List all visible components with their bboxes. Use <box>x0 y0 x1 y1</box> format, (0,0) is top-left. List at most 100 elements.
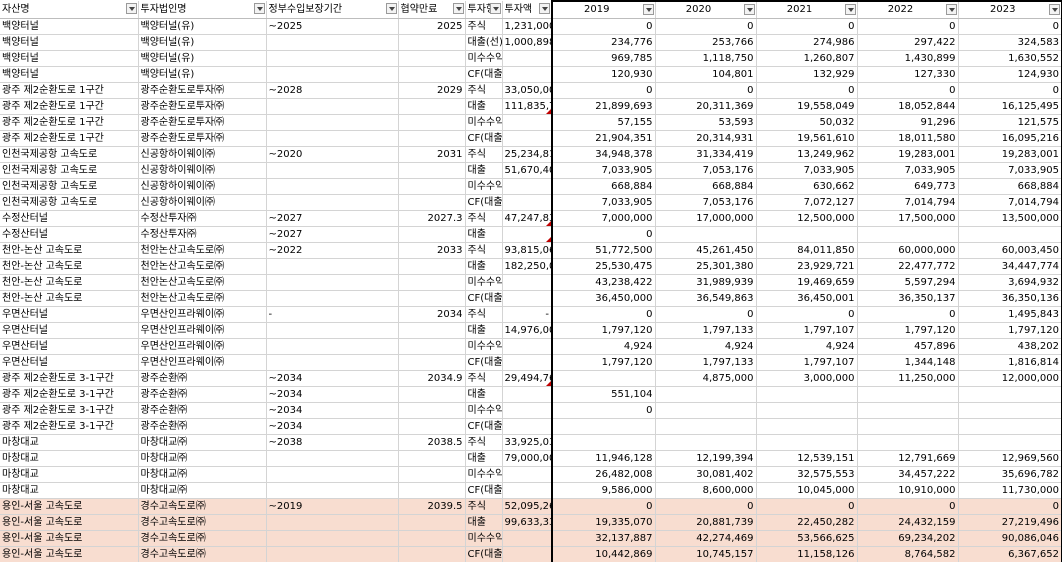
table-cell[interactable]: 31,989,939 <box>655 274 757 291</box>
table-cell[interactable] <box>958 226 1062 243</box>
table-cell[interactable] <box>502 130 553 147</box>
comment-indicator-icon[interactable] <box>546 220 551 225</box>
table-cell[interactable]: 33,050,000 <box>502 82 553 99</box>
filter-dropdown-icon[interactable] <box>539 3 550 14</box>
table-cell[interactable]: 23,929,721 <box>756 258 858 275</box>
table-cell[interactable] <box>958 386 1062 403</box>
table-cell[interactable]: 27,219,496 <box>958 514 1062 531</box>
table-cell[interactable]: 우면산인프라웨이㈜ <box>138 338 267 355</box>
table-cell[interactable]: 53,566,625 <box>756 530 858 547</box>
table-cell[interactable]: 8,764,582 <box>857 546 959 562</box>
table-cell[interactable]: 12,199,394 <box>655 450 757 467</box>
table-cell[interactable]: 용인-서울 고속도로 <box>0 546 139 562</box>
table-cell[interactable]: 인천국제공항 고속도로 <box>0 146 139 163</box>
table-cell[interactable]: 천안논산고속도로㈜ <box>138 274 267 291</box>
table-cell[interactable]: 1,430,899 <box>857 50 959 67</box>
table-cell[interactable]: 주식 <box>465 370 503 387</box>
table-cell[interactable]: 1,231,000 <box>502 18 553 35</box>
table-cell[interactable]: 2025 <box>398 18 466 35</box>
table-cell[interactable] <box>266 482 399 499</box>
table-cell[interactable]: 20,881,739 <box>655 514 757 531</box>
table-cell[interactable]: 649,773 <box>857 178 959 195</box>
table-cell[interactable]: 대출 <box>465 386 503 403</box>
table-cell[interactable] <box>266 194 399 211</box>
table-cell[interactable]: ~2034 <box>266 402 399 419</box>
table-cell[interactable] <box>958 434 1062 451</box>
table-cell[interactable]: 7,033,905 <box>958 162 1062 179</box>
table-cell[interactable]: 7,000,000 <box>551 210 656 227</box>
table-cell[interactable]: 0 <box>857 306 959 323</box>
table-cell[interactable]: CF(대출) <box>465 130 503 147</box>
table-cell[interactable] <box>551 418 656 435</box>
table-cell[interactable]: 25,301,380 <box>655 258 757 275</box>
table-cell[interactable] <box>502 418 553 435</box>
table-cell[interactable] <box>502 114 553 131</box>
filter-dropdown-icon[interactable] <box>844 4 856 15</box>
table-cell[interactable] <box>398 338 466 355</box>
table-cell[interactable] <box>551 434 656 451</box>
table-cell[interactable]: 미수수익 <box>465 530 503 547</box>
table-cell[interactable] <box>398 50 466 67</box>
table-cell[interactable]: 광주순환도로투자㈜ <box>138 82 267 99</box>
table-cell[interactable]: 우면산터널 <box>0 306 139 323</box>
table-cell[interactable]: 7,033,905 <box>551 162 656 179</box>
table-cell[interactable]: 인천국제공항 고속도로 <box>0 178 139 195</box>
table-cell[interactable]: 광주 제2순환도로 1구간 <box>0 98 139 115</box>
table-cell[interactable]: 광주순환㈜ <box>138 418 267 435</box>
table-cell[interactable]: 6,367,652 <box>958 546 1062 562</box>
table-cell[interactable]: ~2034 <box>266 370 399 387</box>
table-cell[interactable]: 광주 제2순환도로 3-1구간 <box>0 386 139 403</box>
table-cell[interactable]: 7,033,905 <box>857 162 959 179</box>
table-cell[interactable]: 127,330 <box>857 66 959 83</box>
table-cell[interactable]: 광주 제2순환도로 1구간 <box>0 114 139 131</box>
table-cell[interactable]: 경수고속도로㈜ <box>138 514 267 531</box>
table-cell[interactable]: 주식 <box>465 434 503 451</box>
table-cell[interactable]: 60,003,450 <box>958 242 1062 259</box>
table-cell[interactable]: ~2028 <box>266 82 399 99</box>
table-cell[interactable]: 42,274,469 <box>655 530 757 547</box>
table-cell[interactable] <box>266 130 399 147</box>
table-cell[interactable]: ~2019 <box>266 498 399 515</box>
table-cell[interactable]: 11,730,000 <box>958 482 1062 499</box>
table-cell[interactable]: 1,797,107 <box>756 322 858 339</box>
column-header[interactable]: 투자액 <box>502 1 553 19</box>
table-cell[interactable]: 대출(선) <box>465 34 503 51</box>
table-cell[interactable]: 12,969,560 <box>958 450 1062 467</box>
table-cell[interactable]: 18,011,580 <box>857 130 959 147</box>
table-cell[interactable] <box>502 66 553 83</box>
table-cell[interactable]: 79,000,000 <box>502 450 553 467</box>
table-cell[interactable]: 51,670,400 <box>502 162 553 179</box>
filter-dropdown-icon[interactable] <box>125 3 137 14</box>
table-cell[interactable] <box>655 226 757 243</box>
table-cell[interactable]: 주식 <box>465 306 503 323</box>
table-cell[interactable]: 7,053,176 <box>655 162 757 179</box>
table-cell[interactable]: 천안-논산 고속도로 <box>0 274 139 291</box>
table-cell[interactable]: 수정산터널 <box>0 226 139 243</box>
table-cell[interactable]: 2034 <box>398 306 466 323</box>
table-cell[interactable]: 미수수익 <box>465 114 503 131</box>
table-cell[interactable] <box>857 226 959 243</box>
table-cell[interactable] <box>398 322 466 339</box>
table-cell[interactable]: 마창대교 <box>0 434 139 451</box>
table-cell[interactable]: 용인-서울 고속도로 <box>0 530 139 547</box>
table-cell[interactable]: 36,350,137 <box>857 290 959 307</box>
table-cell[interactable] <box>398 98 466 115</box>
table-cell[interactable]: 0 <box>551 226 656 243</box>
table-cell[interactable] <box>502 178 553 195</box>
table-cell[interactable] <box>857 386 959 403</box>
table-cell[interactable]: 광주 제2순환도로 3-1구간 <box>0 402 139 419</box>
table-cell[interactable]: 백양터널 <box>0 50 139 67</box>
table-cell[interactable]: 주식 <box>465 498 503 515</box>
table-cell[interactable]: - <box>266 306 399 323</box>
table-cell[interactable]: 19,561,610 <box>756 130 858 147</box>
filter-dropdown-icon[interactable] <box>253 3 265 14</box>
column-header[interactable]: 투자형 <box>465 1 503 19</box>
table-cell[interactable]: 백양터널(유) <box>138 18 267 35</box>
table-cell[interactable]: 19,283,001 <box>958 146 1062 163</box>
table-cell[interactable]: 33,925,039 <box>502 434 553 451</box>
filter-dropdown-icon[interactable] <box>1049 4 1060 15</box>
table-cell[interactable] <box>398 274 466 291</box>
table-cell[interactable]: 35,696,782 <box>958 466 1062 483</box>
table-cell[interactable]: 대출 <box>465 162 503 179</box>
table-cell[interactable]: 969,785 <box>551 50 656 67</box>
